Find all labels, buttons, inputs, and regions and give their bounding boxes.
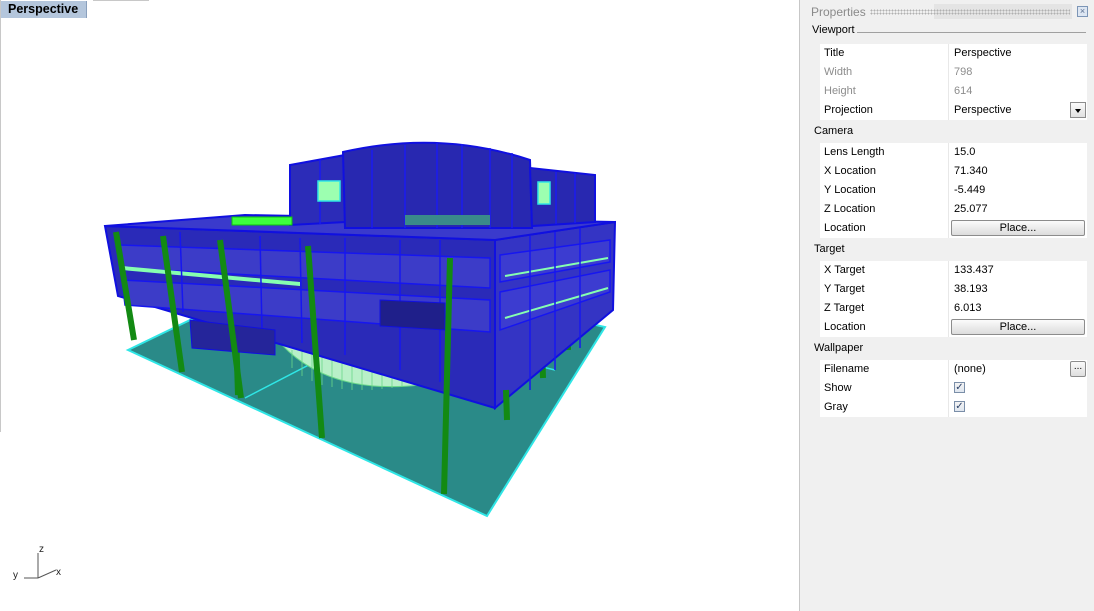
axis-x-label: x [56,567,61,578]
row-lens-length[interactable]: Lens Length 15.0 [820,143,1087,162]
width-label: Width [824,66,853,78]
height-label: Height [824,85,856,97]
perspective-viewport[interactable]: z y x Perspective [0,0,799,611]
projection-select[interactable]: Perspective [954,104,1011,116]
row-z-location[interactable]: Z Location 25.077 [820,200,1087,219]
rooftop-green-element [231,216,293,226]
world-axis-icon: z y x [13,544,61,581]
row-projection[interactable]: Projection Perspective [820,101,1087,120]
panel-title: Properties [811,5,866,19]
row-x-location[interactable]: X Location 71.340 [820,162,1087,181]
row-height: Height 614 [820,82,1087,101]
target-place-button[interactable]: Place... [951,319,1085,335]
building-model[interactable] [0,0,799,611]
width-value: 798 [954,66,973,78]
section-wallpaper-label: Wallpaper [814,342,864,354]
height-value: 614 [954,85,973,97]
section-divider [857,32,1086,33]
axis-y-label: y [13,570,18,581]
section-viewport-label: Viewport [812,24,855,36]
row-y-location[interactable]: Y Location -5.449 [820,181,1087,200]
gray-label: Gray [824,401,848,413]
section-camera-label: Camera [814,125,854,137]
y-location-label: Y Location [824,184,876,196]
panel-header[interactable]: Properties × [800,0,1094,23]
x-location-value[interactable]: 71.340 [954,165,988,177]
viewport-title-tab[interactable]: Perspective [1,1,88,18]
projection-label: Projection [824,104,873,116]
show-checkbox[interactable]: ✓ [954,382,965,393]
y-target-label: Y Target [824,283,865,295]
row-z-target[interactable]: Z Target 6.013 [820,299,1087,318]
lens-length-label: Lens Length [824,146,885,158]
x-target-value[interactable]: 133.437 [954,264,994,276]
row-target-location: Location Place... [820,318,1087,337]
close-icon[interactable]: × [1077,6,1088,17]
title-label: Title [824,47,845,59]
show-label: Show [824,382,852,394]
row-gray: Gray ✓ [820,398,1087,417]
x-target-label: X Target [824,264,865,276]
row-width: Width 798 [820,63,1087,82]
section-target-label: Target [814,243,845,255]
title-value[interactable]: Perspective [954,47,1011,59]
browse-button[interactable]: ... [1070,361,1086,377]
row-camera-location: Location Place... [820,219,1087,238]
z-location-value[interactable]: 25.077 [954,203,988,215]
filename-label: Filename [824,363,870,375]
z-target-value[interactable]: 6.013 [954,302,982,314]
row-y-target[interactable]: Y Target 38.193 [820,280,1087,299]
camera-place-button[interactable]: Place... [951,220,1085,236]
x-location-label: X Location [824,165,876,177]
panel-drag-grip[interactable] [870,9,1070,15]
camera-location-label: Location [824,222,866,234]
y-target-value[interactable]: 38.193 [954,283,988,295]
row-show: Show ✓ [820,379,1087,398]
panel-scrollbar[interactable] [1088,20,1093,610]
y-location-value[interactable]: -5.449 [954,184,985,196]
properties-panel: Properties × Viewport Title Perspective … [799,0,1094,611]
z-location-label: Z Location [824,203,876,215]
axis-z-label: z [39,544,44,555]
lens-length-value[interactable]: 15.0 [954,146,975,158]
row-title[interactable]: Title Perspective [820,44,1087,63]
z-target-label: Z Target [824,302,865,314]
chevron-down-icon[interactable] [1070,102,1086,118]
filename-value[interactable]: (none) [954,363,986,375]
gray-checkbox[interactable]: ✓ [954,401,965,412]
target-location-label: Location [824,321,866,333]
row-filename[interactable]: Filename (none) ... [820,360,1087,379]
row-x-target[interactable]: X Target 133.437 [820,261,1087,280]
